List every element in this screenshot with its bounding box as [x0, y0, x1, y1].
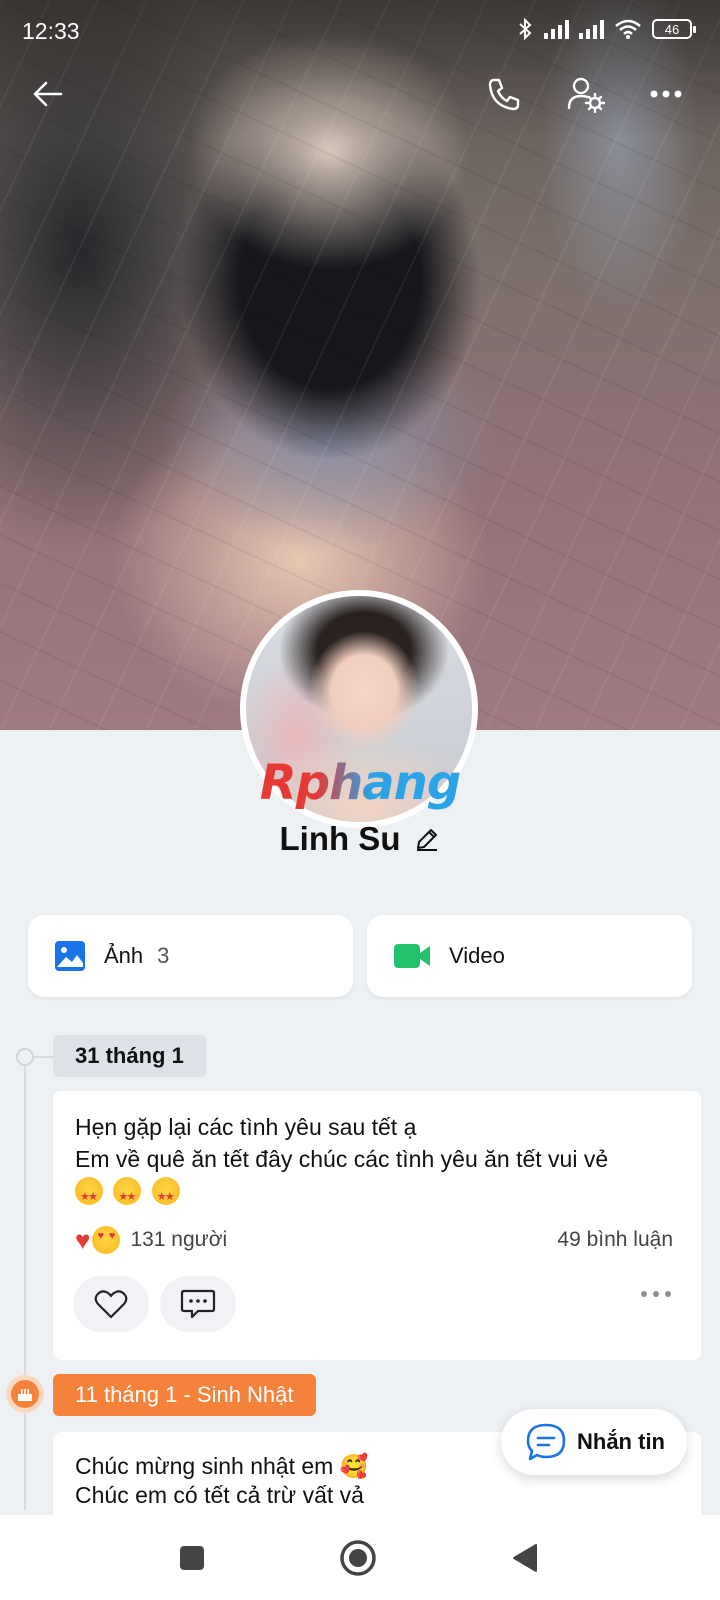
timeline-date-chip: 31 tháng 1	[53, 1035, 206, 1077]
birthday-date-chip: 11 tháng 1 - Sinh Nhật	[53, 1374, 316, 1416]
comment-bubble-icon	[180, 1289, 216, 1319]
home-button[interactable]	[333, 1533, 383, 1583]
reactions-count: 131 người	[130, 1228, 228, 1251]
comments-count[interactable]: 49 bình luận	[557, 1228, 673, 1252]
profile-settings-button[interactable]	[562, 70, 610, 118]
timeline-line	[24, 1050, 26, 1510]
photos-card[interactable]: Ảnh 3	[28, 915, 353, 997]
photos-label: Ảnh	[104, 943, 144, 968]
reactions-summary[interactable]: ♥ 131 người	[75, 1226, 227, 1254]
video-label: Video	[449, 943, 505, 968]
video-card[interactable]: Video	[367, 915, 692, 997]
birthday-post-line-2: Chúc em có tết cả trừ vất vả	[75, 1482, 364, 1508]
battery-level: 46	[664, 21, 680, 37]
like-button[interactable]	[73, 1276, 149, 1332]
post-text: Hẹn gặp lại các tình yêu sau tết ạ Em về…	[75, 1111, 685, 1213]
battery-icon: 46	[652, 19, 696, 39]
post-text-line-2: Em về quê ăn tết đây chúc các tình yêu ă…	[75, 1146, 609, 1172]
post-emoji-row	[75, 1175, 685, 1213]
star-struck-emoji-icon	[75, 1177, 103, 1213]
birthday-post-line-1: Chúc mừng sinh nhật em 🥰	[75, 1453, 369, 1479]
home-circle-icon	[340, 1540, 376, 1576]
post-text-line-1: Hẹn gặp lại các tình yêu sau tết ạ	[75, 1114, 417, 1140]
birthday-dot	[6, 1375, 44, 1413]
recents-button[interactable]	[167, 1533, 217, 1583]
system-nav-bar	[0, 1515, 720, 1600]
back-arrow-icon	[33, 81, 63, 107]
heart-outline-icon	[94, 1290, 128, 1319]
top-nav	[0, 62, 720, 126]
signal-icon	[544, 19, 569, 39]
status-bar: 12:33 46	[0, 0, 720, 62]
heart-eyes-reaction-icon	[92, 1226, 121, 1254]
comment-button[interactable]	[160, 1276, 236, 1332]
timeline-connector	[34, 1056, 54, 1058]
status-icons: 46	[516, 18, 696, 40]
profile-name-row: Linh Su	[0, 820, 720, 858]
post-more-icon[interactable]	[641, 1291, 671, 1297]
call-button[interactable]	[480, 70, 528, 118]
status-time: 12:33	[22, 18, 80, 44]
message-button-label: Nhắn tin	[577, 1429, 665, 1454]
bluetooth-icon	[519, 18, 532, 40]
watermark: Rphang	[250, 755, 470, 811]
cake-icon	[11, 1380, 39, 1408]
more-options-button[interactable]	[642, 70, 690, 118]
video-camera-icon	[394, 944, 430, 968]
photo-icon	[55, 941, 85, 971]
chat-bubble-icon	[526, 1423, 566, 1461]
heart-reaction-icon: ♥	[75, 1225, 91, 1255]
post-card[interactable]: Hẹn gặp lại các tình yêu sau tết ạ Em về…	[53, 1091, 701, 1360]
square-icon	[180, 1546, 204, 1570]
signal-icon-2	[579, 19, 604, 39]
wifi-icon	[615, 19, 641, 39]
message-button[interactable]: Nhắn tin	[501, 1409, 687, 1475]
user-settings-icon	[567, 77, 605, 113]
phone-icon	[488, 78, 520, 111]
edit-pencil-icon[interactable]	[414, 826, 440, 852]
timeline-dot	[16, 1048, 34, 1066]
profile-name: Linh Su	[279, 820, 401, 857]
back-button[interactable]	[24, 70, 72, 118]
photos-count: 3	[157, 943, 170, 968]
star-struck-emoji-icon	[151, 1177, 180, 1213]
triangle-back-icon	[513, 1544, 537, 1572]
more-horizontal-icon	[650, 90, 682, 98]
star-struck-emoji-icon	[113, 1177, 142, 1213]
back-nav-button[interactable]	[500, 1533, 550, 1583]
